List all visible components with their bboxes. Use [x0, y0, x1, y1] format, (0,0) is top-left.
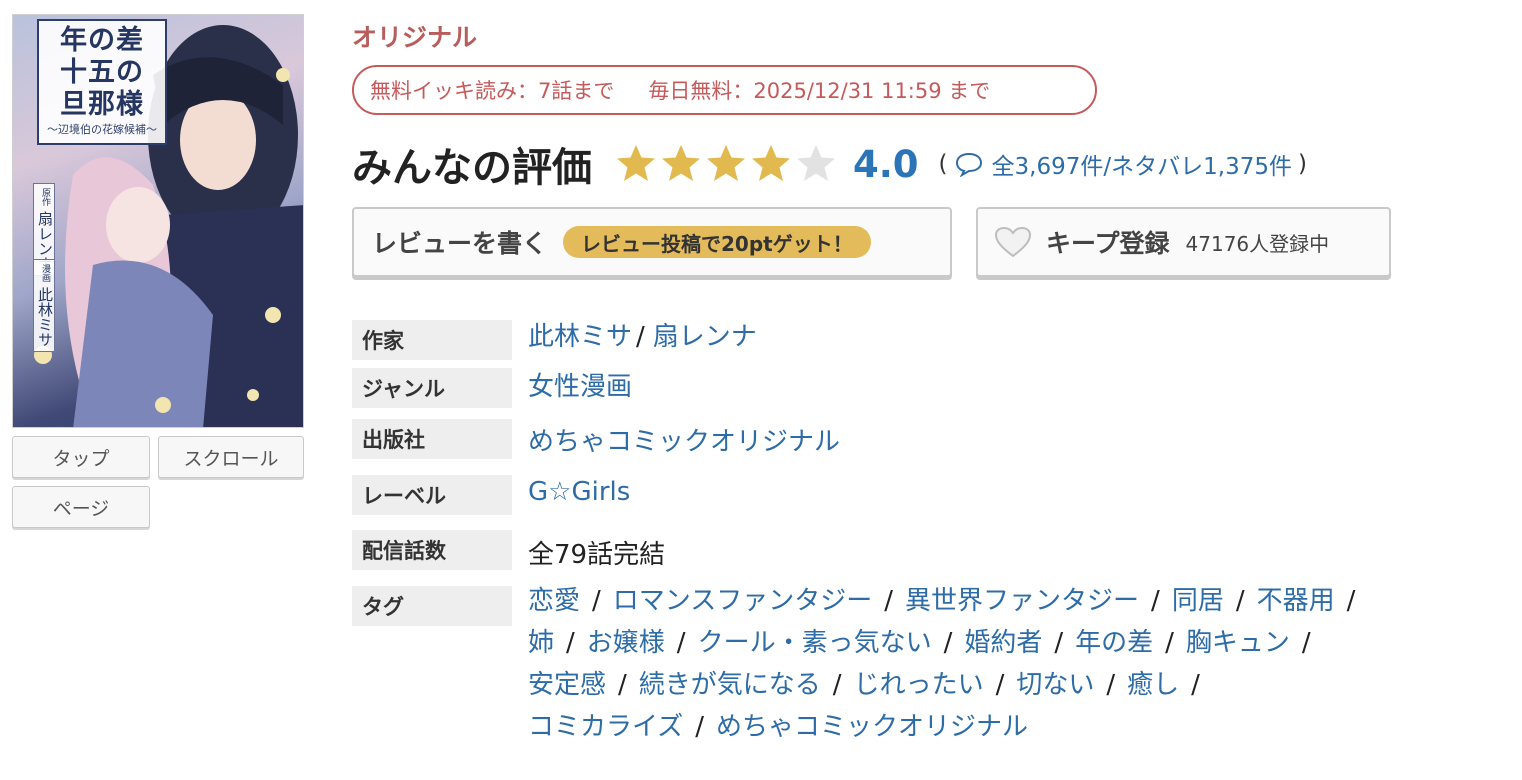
cover-credit-role: 原作 [40, 188, 50, 206]
page: 年の差 十五の 旦那様 〜辺境伯の花嫁候補〜 原作 扇レンナ 漫画 此林ミサ タ… [0, 0, 1522, 780]
tag-line: コミカライズ / めちゃコミックオリジナル [528, 706, 1488, 748]
tag-separator: / [1346, 586, 1356, 616]
tag-link[interactable]: 異世界ファンタジー [905, 586, 1139, 616]
star-icon [707, 145, 745, 181]
heart-icon [994, 226, 1032, 258]
tag-separator: / [995, 670, 1005, 700]
keep-count: 47176人登録中 [1185, 231, 1330, 256]
publisher-link[interactable]: めちゃコミックオリジナル [528, 421, 840, 458]
tag-separator: / [1106, 670, 1116, 700]
tag-separator: / [1054, 628, 1064, 658]
review-counts: ( 全3,697件/ネタバレ1,375件 ) [933, 147, 1313, 181]
tag-separator: / [566, 628, 575, 658]
cover-title-block: 年の差 十五の 旦那様 〜辺境伯の花嫁候補〜 [37, 19, 167, 145]
tag-separator: / [1165, 628, 1174, 658]
speech-bubble-icon [955, 152, 982, 177]
tag-separator: / [618, 670, 627, 700]
star-icon [797, 145, 835, 181]
tag-link[interactable]: クール・素っ気ない [698, 628, 932, 658]
free-reading-badge: 無料イッキ読み：7話まで 毎日無料：2025/12/31 11:59 まで [352, 65, 1097, 115]
tag-separator: / [592, 586, 601, 616]
tag-separator: / [676, 628, 686, 658]
label-link[interactable]: G☆Girls [528, 477, 630, 507]
close-paren: ) [1297, 151, 1307, 177]
tag-separator: / [1191, 670, 1200, 700]
tag-link[interactable]: ロマンスファンタジー [613, 586, 872, 616]
view-mode-page-button[interactable]: ページ [12, 486, 150, 528]
cover-credit-role: 漫画 [40, 264, 50, 282]
open-paren: ( [938, 151, 948, 177]
tag-link[interactable]: じれったい [854, 670, 984, 700]
episodes-value: 全79話完結 [528, 540, 666, 570]
star-icon [617, 145, 655, 181]
publisher-label: 出版社 [352, 419, 512, 459]
keep-label: キープ登録 [1046, 229, 1170, 258]
tags-label: タグ [352, 586, 512, 626]
tag-separator: / [695, 712, 704, 742]
tag-line: 姉 / お嬢様 / クール・素っ気ない / 婚約者 / 年の差 / 胸キュン / [528, 622, 1488, 664]
tag-link[interactable]: コミカライズ [528, 712, 683, 742]
genre-label: ジャンル [352, 368, 512, 408]
tag-link[interactable]: 胸キュン [1186, 628, 1290, 658]
tag-separator: / [832, 670, 842, 700]
author-values: 此林ミサ / 扇レンナ [528, 316, 757, 353]
author-link[interactable]: 扇レンナ [653, 322, 757, 352]
rating-value: 4.0 [853, 142, 919, 186]
star-icon [752, 145, 790, 181]
tag-link[interactable]: 癒し [1127, 670, 1179, 700]
tag-list: 恋愛 / ロマンスファンタジー / 異世界ファンタジー / 同居 / 不器用 / 姉 / お嬢様 / クール… [528, 580, 1488, 748]
daily-free-text: 毎日無料：2025/12/31 11:59 まで [648, 79, 991, 103]
tag-link[interactable]: めちゃコミックオリジナル [716, 712, 1028, 742]
cover-subtitle: 〜辺境伯の花嫁候補〜 [47, 123, 157, 136]
write-review-button[interactable]: レビューを書く レビュー投稿で20ptゲット！ [352, 207, 952, 277]
tag-line: 恋愛 / ロマンスファンタジー / 異世界ファンタジー / 同居 / 不器用 / [528, 580, 1488, 622]
star-icon [662, 145, 700, 181]
tag-separator: / [943, 628, 953, 658]
tag-link[interactable]: 安定感 [528, 670, 606, 700]
episodes-label: 配信話数 [352, 530, 512, 570]
label-label: レーベル [352, 475, 512, 515]
tag-link[interactable]: 恋愛 [528, 586, 580, 616]
write-review-label: レビューを書く [372, 229, 548, 258]
view-mode-tap-button[interactable]: タップ [12, 436, 150, 478]
genre-link[interactable]: 女性漫画 [528, 366, 632, 403]
original-label: オリジナル [352, 23, 478, 52]
tag-separator: / [1301, 628, 1311, 658]
view-mode-scroll-button[interactable]: スクロール [158, 436, 304, 478]
tag-link[interactable]: 同居 [1172, 586, 1224, 616]
rating-title: みんなの評価 [352, 145, 592, 191]
cover-title: 年の差 十五の 旦那様 [60, 25, 144, 120]
tag-link[interactable]: 切ない [1016, 670, 1094, 700]
tag-link[interactable]: 続きが気になる [639, 670, 821, 700]
cover-image[interactable]: 年の差 十五の 旦那様 〜辺境伯の花嫁候補〜 原作 扇レンナ 漫画 此林ミサ [12, 14, 304, 428]
rating-stars [614, 142, 839, 186]
tag-link[interactable]: お嬢様 [587, 628, 665, 658]
review-counts-link[interactable]: 全3,697件/ネタバレ1,375件 [992, 147, 1292, 181]
rating-row: みんなの評価 4.0 ( 全3,697件/ネタバレ1,375件 ) [352, 134, 1313, 194]
tag-link[interactable]: 姉 [528, 628, 554, 658]
cover-credit-manga: 漫画 此林ミサ [33, 259, 55, 352]
review-promo-badge: レビュー投稿で20ptゲット！ [563, 226, 871, 258]
tag-link[interactable]: 不器用 [1257, 586, 1335, 616]
tag-link[interactable]: 年の差 [1075, 628, 1153, 658]
author-label: 作家 [352, 320, 512, 360]
tag-link[interactable]: 婚約者 [964, 628, 1042, 658]
free-ikki-text: 無料イッキ読み：7話まで [370, 79, 615, 103]
tag-separator: / [1235, 586, 1245, 616]
tag-line: 安定感 / 続きが気になる / じれったい / 切ない / 癒し / [528, 664, 1488, 706]
cover-credit-name: 此林ミサ [36, 286, 54, 347]
author-link[interactable]: 此林ミサ [528, 322, 632, 352]
author-separator: / [636, 322, 645, 352]
keep-button[interactable]: キープ登録 47176人登録中 [976, 207, 1391, 277]
tag-separator: / [884, 586, 894, 616]
tag-separator: / [1151, 586, 1160, 616]
